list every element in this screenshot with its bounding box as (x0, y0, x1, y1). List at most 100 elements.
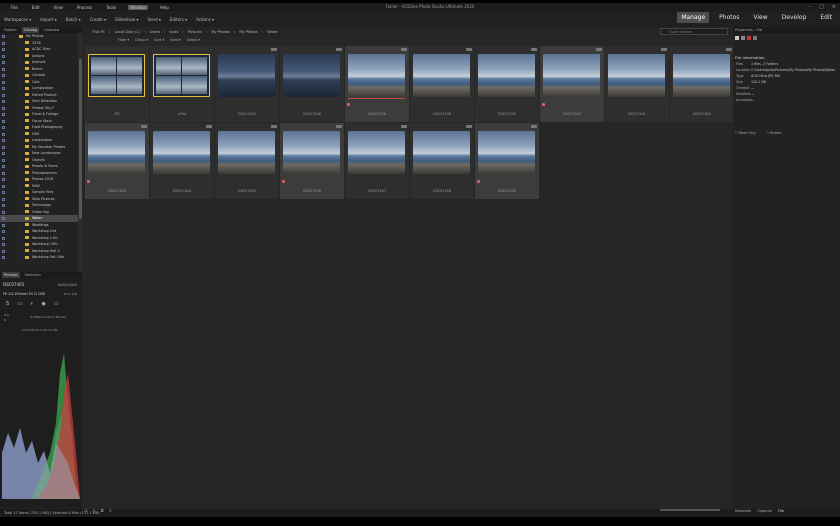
checkbox-icon[interactable] (2, 113, 5, 116)
menu-item-help[interactable]: Help (158, 5, 171, 10)
mode-edit[interactable]: Edit (816, 12, 836, 23)
thumbnail[interactable]: DSC07425 (215, 46, 279, 122)
checkbox-icon[interactable] (2, 41, 5, 45)
thumbnail[interactable]: DSC07439 (475, 46, 539, 122)
checkbox-icon[interactable] (2, 106, 5, 110)
checkbox-icon[interactable] (2, 191, 5, 194)
menu-item-file[interactable]: File (9, 5, 20, 10)
attribute-read-only[interactable]: ☐ Read Only (735, 131, 756, 135)
checkbox-icon[interactable] (2, 217, 5, 220)
editors-button[interactable]: Editors ▾ (170, 17, 187, 22)
thumbnail[interactable]: DSC07443 (85, 123, 149, 199)
checkbox-icon[interactable] (2, 87, 5, 90)
label-white[interactable] (735, 36, 739, 40)
expand-icon[interactable]: › (19, 254, 20, 261)
import-button[interactable]: Import ▾ (40, 17, 57, 22)
thumbnail[interactable]: DSC07448 (410, 123, 474, 199)
rotate-right-icon[interactable]: ↻ (92, 508, 95, 513)
minimize-icon[interactable]: – (809, 4, 812, 10)
checkbox-icon[interactable] (2, 197, 5, 201)
slideshow-button[interactable]: Slideshow ▾ (115, 17, 138, 22)
properties-tab[interactable]: Properties - File (735, 27, 762, 33)
checkbox-icon[interactable] (2, 152, 5, 155)
checkbox-icon[interactable] (2, 210, 5, 214)
breadcrumb-item[interactable]: Water (267, 30, 278, 34)
thumbnail[interactable]: DSC07440 (540, 46, 604, 122)
checkbox-icon[interactable] (2, 230, 5, 233)
checkbox-icon[interactable] (2, 158, 5, 162)
breadcrumb-item[interactable]: My Photos (239, 30, 258, 34)
checkbox-icon[interactable] (2, 100, 5, 103)
checkbox-icon[interactable] (2, 54, 5, 58)
filter-menu-view[interactable]: View ▾ (170, 38, 181, 42)
thumbnail[interactable]: DSC07446 (280, 123, 344, 199)
thumbnail[interactable]: DSC07445 (215, 123, 279, 199)
mode-view[interactable]: View (749, 12, 771, 23)
close-icon[interactable]: × (832, 4, 836, 10)
filter-menu-group[interactable]: Group ▾ (135, 38, 148, 42)
batch-button[interactable]: Batch ▾ (66, 17, 81, 22)
menu-item-edit[interactable]: Edit (30, 5, 42, 10)
tab-metadata[interactable]: Metadata (735, 509, 751, 513)
label-red[interactable] (747, 36, 751, 40)
checkbox-icon[interactable] (2, 139, 5, 142)
thumbnail[interactable]: DSC07438 (410, 46, 474, 122)
filter-menu-sort[interactable]: Sort ▾ (154, 38, 164, 42)
breadcrumb-item[interactable]: This PC (92, 30, 105, 34)
quick-search-input[interactable]: Quick Search (660, 28, 728, 35)
maximize-icon[interactable]: □ (819, 4, 824, 10)
attribute-hidden[interactable]: ☐ Hidden (766, 131, 782, 135)
checkbox-icon[interactable] (2, 132, 5, 136)
mode-develop[interactable]: Develop (778, 12, 811, 23)
checkbox-icon[interactable] (2, 126, 5, 129)
checkbox-icon[interactable] (2, 171, 5, 175)
mode-photos[interactable]: Photos (715, 12, 743, 23)
thumbnail[interactable]: DSC07444 (150, 123, 214, 199)
label-gray[interactable] (741, 36, 745, 40)
checkbox-icon[interactable] (2, 165, 5, 168)
breadcrumb-item[interactable]: Users (150, 30, 160, 34)
thumbnail[interactable]: uFlat (150, 46, 214, 122)
thumbnail[interactable]: DSC07441 (605, 46, 669, 122)
thumbnail-size-slider[interactable] (660, 509, 720, 511)
checkbox-icon[interactable] (2, 223, 5, 227)
checkbox-icon[interactable] (2, 145, 5, 149)
checkbox-icon[interactable] (2, 236, 5, 240)
label-dark[interactable] (753, 36, 757, 40)
send-button[interactable]: Send ▾ (148, 17, 161, 22)
breadcrumb-item[interactable]: Pictures (188, 30, 202, 34)
checkbox-icon[interactable] (2, 119, 5, 123)
thumbnail[interactable]: DSC07447 (345, 123, 409, 199)
breadcrumb-item[interactable]: My Photos (211, 30, 230, 34)
breadcrumb-item[interactable]: tpsts (169, 30, 178, 34)
menu-item-view[interactable]: View (51, 5, 65, 10)
checkbox-icon[interactable] (2, 74, 5, 77)
compare-icon[interactable]: ⧉ (101, 508, 104, 513)
delete-icon[interactable]: ✕ (109, 508, 112, 513)
checkbox-icon[interactable] (2, 184, 5, 188)
menu-item-tools[interactable]: Tools (104, 5, 118, 10)
mode-manage[interactable]: Manage (677, 12, 710, 23)
workspaces-button[interactable]: Workspaces ▾ (4, 17, 31, 22)
filter-menu-select[interactable]: Select ▾ (187, 38, 200, 42)
actions-button[interactable]: Actions ▾ (196, 17, 214, 22)
menu-item-window[interactable]: Window (128, 4, 148, 10)
tree-scroll-thumb[interactable] (78, 59, 82, 219)
tab-file[interactable]: File (778, 509, 784, 513)
checkbox-icon[interactable] (2, 178, 5, 181)
checkbox-icon[interactable] (2, 243, 5, 246)
thumbnail[interactable]: IFS (85, 46, 149, 122)
menu-item-process[interactable]: Process (75, 5, 94, 10)
checkbox-icon[interactable] (2, 61, 5, 64)
checkbox-icon[interactable] (2, 204, 5, 207)
checkbox-icon[interactable] (2, 256, 5, 259)
checkbox-icon[interactable] (2, 93, 5, 97)
checkbox-icon[interactable] (2, 35, 5, 38)
tab-organize[interactable]: Organize (757, 509, 772, 513)
filter-menu-filter[interactable]: Filter ▾ (118, 38, 129, 42)
tab-selection[interactable]: Selection (23, 272, 43, 278)
thumbnail[interactable]: DSC07426 (280, 46, 344, 122)
checkbox-icon[interactable] (2, 80, 5, 84)
tab-preview[interactable]: Preview (2, 272, 20, 278)
create-button[interactable]: Create ▾ (90, 17, 107, 22)
